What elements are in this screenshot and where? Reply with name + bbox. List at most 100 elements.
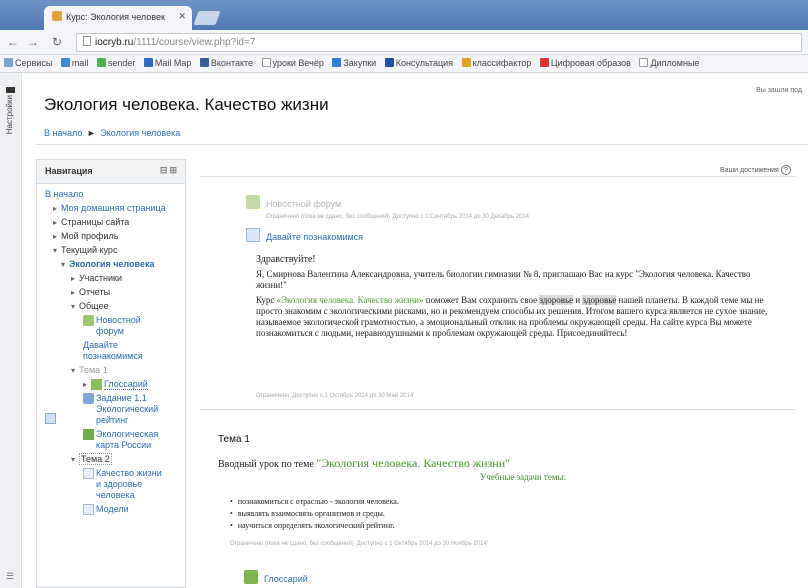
bookmark-icon (261, 58, 271, 67)
new-tab-button[interactable] (193, 11, 221, 25)
bookmark-item[interactable]: Консультация (384, 58, 453, 68)
bookmark-item[interactable]: Сервисы (4, 58, 52, 68)
bookmark-icon (639, 58, 649, 67)
intro-page-link[interactable]: Давайте познакомимся (266, 232, 363, 242)
page-icon (83, 36, 91, 46)
nav-item-profile[interactable]: ▸ Мой профиль (45, 231, 181, 242)
collapse-icon: ▾ (53, 246, 58, 255)
collapse-icon: ▾ (71, 366, 76, 375)
map-icon (83, 429, 94, 440)
collapse-icon: ▾ (61, 260, 66, 269)
reload-icon[interactable]: ↻ (50, 35, 64, 49)
help-icon[interactable]: ? (780, 165, 791, 175)
nav-item-glossary[interactable]: ▸ Глоссарий (45, 379, 181, 390)
intro-paragraph: Я, Смирнова Валентина Александровна, учи… (256, 269, 751, 290)
bookmarks-bar: Сервисы mail sender Mail Map Вконтакте у… (0, 55, 808, 73)
expand-icon: ▸ (71, 288, 76, 297)
bookmark-item[interactable]: Цифровая образов (539, 58, 631, 68)
address-bar[interactable]: iocryb.ru/1111/course/view.php?id=7 (76, 33, 802, 52)
expand-icon: ▸ (53, 232, 58, 241)
resource-icon (83, 468, 94, 479)
news-forum-link[interactable]: Новостной форум (266, 199, 341, 209)
bookmark-icon (96, 58, 106, 67)
forum-icon (83, 315, 94, 326)
nav-item-participants[interactable]: ▸ Участники (45, 273, 181, 284)
nav-item-home[interactable]: В начало (45, 189, 181, 200)
list-item: выявлять взаимосвязь организмов и среды. (230, 508, 399, 520)
tab-favicon-icon (52, 11, 62, 21)
nav-item-models[interactable]: Модели (45, 504, 181, 515)
collapse-icon: ▾ (71, 455, 76, 464)
section-title: Тема 1 (218, 434, 250, 445)
bookmark-item[interactable]: Mail Map (143, 58, 191, 68)
settings-dock: Настройки ☰ (0, 73, 22, 588)
tasks-heading: Учебные задачи темы: (480, 472, 567, 482)
collapse-icon: ▾ (71, 302, 76, 311)
course-section-topic-1: Тема 1 Вводный урок по теме "Экология че… (200, 409, 796, 588)
browser-titlebar: Курс: Экология человек ✕ (0, 0, 808, 30)
breadcrumb-course[interactable]: Экология человека (100, 128, 180, 138)
nav-item-topic-2[interactable]: ▾ Тема 2 (45, 453, 181, 465)
apps-icon (4, 58, 13, 67)
nav-item-topic-1[interactable]: ▾ Тема 1 (45, 365, 181, 376)
nav-item-intro-page[interactable]: Давайте познакомимся (45, 340, 181, 424)
navigation-block: Навигация ⊟⊞ В начало ▸ Моя домашняя стра… (36, 159, 186, 588)
bookmark-item[interactable]: классифактор (461, 58, 531, 68)
nav-item-current-course[interactable]: ▾ Текущий курс (45, 245, 181, 256)
nav-item-general[interactable]: ▾ Общее (45, 301, 181, 312)
bookmark-item[interactable]: Закупки (332, 58, 376, 68)
mail-icon (60, 58, 70, 67)
nav-item-eco-map[interactable]: Экологическая карта России (45, 429, 181, 451)
divider (36, 144, 808, 145)
expand-icon: ▸ (71, 274, 76, 283)
browser-tab[interactable]: Курс: Экология человек ✕ (44, 6, 192, 30)
list-item: научиться определять экологический рейти… (230, 520, 399, 532)
page-icon (246, 228, 260, 242)
achievements-link[interactable]: Ваши достижения? (720, 165, 791, 175)
bookmark-icon (384, 58, 394, 67)
close-tab-icon[interactable]: ✕ (178, 11, 186, 22)
availability-note: Ограничено 'Доступно с 1 Октябрь 2014 до… (256, 393, 415, 399)
course-description: Курс «Экология человека. Качество жизни»… (256, 295, 768, 338)
breadcrumb-separator: ► (86, 128, 96, 138)
block-controls-icon[interactable]: ⊟⊞ (160, 165, 179, 176)
back-arrow-icon[interactable]: ← (6, 35, 20, 49)
settings-dock-label[interactable]: Настройки (5, 95, 14, 134)
nav-item-dashboard[interactable]: ▸ Моя домашняя страница (45, 203, 181, 214)
nav-item-site-pages[interactable]: ▸ Страницы сайта (45, 217, 181, 228)
breadcrumb: В начало ► Экология человека (44, 128, 180, 138)
bookmark-item[interactable]: Вконтакте (199, 58, 253, 68)
breadcrumb-home[interactable]: В начало (44, 128, 82, 138)
topic-intro: Вводный урок по теме "Экология человека.… (218, 456, 511, 470)
expand-icon: ▸ (53, 218, 58, 227)
assignment-icon (83, 393, 94, 404)
bookmark-icon (539, 58, 549, 67)
bookmark-item[interactable]: sender (96, 58, 135, 68)
navigation-tree: В начало ▸ Моя домашняя страница ▸ Страниц… (37, 184, 185, 515)
expand-icon: ▸ (53, 204, 58, 213)
bookmark-icon (332, 58, 342, 67)
list-item: познакомиться с отраслью - экология чело… (230, 496, 399, 508)
nav-item-news-forum[interactable]: Новостной форум (45, 315, 181, 337)
nav-item-course[interactable]: ▾ Экология человека (45, 259, 181, 270)
dock-handle-icon[interactable] (6, 87, 15, 93)
forum-icon (246, 195, 260, 209)
bookmark-item[interactable]: mail (60, 58, 88, 68)
nav-item-quality-of-life[interactable]: Качество жизни и здоровье человека (45, 468, 181, 501)
forward-arrow-icon[interactable]: → (26, 35, 40, 49)
navigation-title: Навигация (45, 166, 93, 176)
login-info[interactable]: Вы зашли под (756, 87, 802, 94)
dock-toggle-icon[interactable]: ☰ (6, 571, 14, 582)
nav-item-assignment-1-1[interactable]: Задание 1.1 Экологический рейтинг (45, 393, 181, 426)
task-list: познакомиться с отраслью - экология чело… (230, 496, 399, 532)
availability-note: Ограничено (пока не сдано, без сообщений… (266, 214, 531, 220)
page-body: Настройки ☰ Экология человека. Качество … (0, 73, 808, 588)
bookmark-item[interactable]: Дипломные (639, 58, 699, 68)
bookmark-item[interactable]: уроки Вечёр (261, 58, 324, 68)
expand-icon: ▸ (83, 380, 88, 389)
glossary-link[interactable]: Глоссарий (264, 574, 308, 584)
nav-item-reports[interactable]: ▸ Отчеты (45, 287, 181, 298)
url-host: iocryb.ru (95, 37, 134, 48)
course-section-general: Новостной форум Ограничено (пока не сдан… (200, 176, 796, 408)
navigation-header: Навигация ⊟⊞ (37, 160, 185, 184)
